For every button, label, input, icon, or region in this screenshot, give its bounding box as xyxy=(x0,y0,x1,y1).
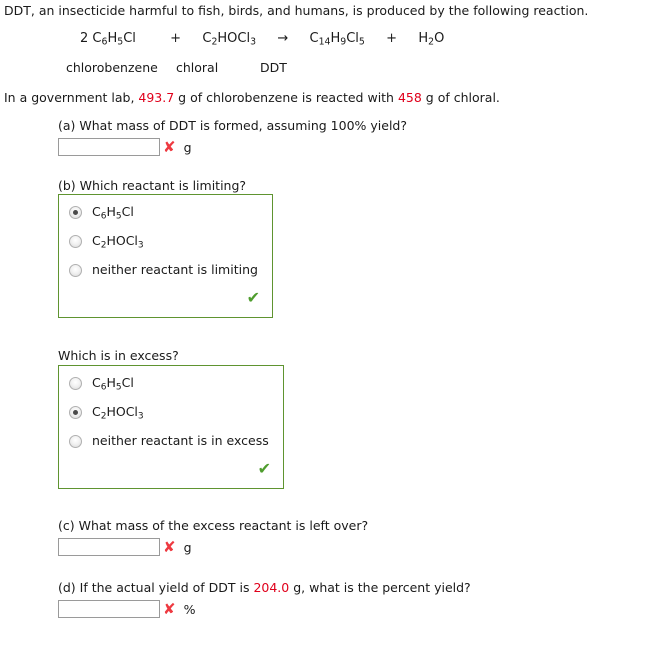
choice-option[interactable]: C2HOCl3 xyxy=(69,404,273,422)
given-mass-chlorobenzene: 493.7 xyxy=(138,90,175,105)
given-actual-yield: 204.0 xyxy=(253,580,290,595)
lab-statement-prefix: In a government lab, xyxy=(4,90,139,105)
equation-product-2: H2O xyxy=(418,31,445,48)
question-d-label: (d) If the actual yield of DDT is 204.0 … xyxy=(58,580,471,595)
question-d-suffix: g, what is the percent yield? xyxy=(289,580,471,595)
lab-statement-middle: g of chlorobenzene is reacted with xyxy=(174,90,398,105)
equation-plus-1: + xyxy=(170,31,182,46)
problem-intro: DDT, an insecticide harmful to fish, bir… xyxy=(4,3,589,18)
compound-names: chlorobenzene chloral DDT xyxy=(66,60,287,75)
question-b-label: (b) Which reactant is limiting? xyxy=(58,178,247,193)
incorrect-icon: ✘ xyxy=(163,537,176,556)
choice-option[interactable]: neither reactant is limiting xyxy=(69,262,262,277)
correct-icon: ✔ xyxy=(246,288,260,307)
answer-row-c: ✘ g xyxy=(58,536,192,558)
incorrect-icon: ✘ xyxy=(163,599,176,618)
choice-label: C2HOCl3 xyxy=(92,233,144,251)
choice-option[interactable]: C6H5Cl xyxy=(69,204,262,222)
equation-reactant-1: C6H5Cl xyxy=(92,31,136,48)
answer-input-d[interactable] xyxy=(58,600,160,618)
name-chloral: chloral xyxy=(175,60,219,75)
radio-button-icon[interactable] xyxy=(69,264,82,277)
choice-label: C2HOCl3 xyxy=(92,404,144,422)
choice-option[interactable]: neither reactant is in excess xyxy=(69,433,273,448)
radio-button-icon[interactable] xyxy=(69,377,82,390)
radio-button-icon[interactable] xyxy=(69,206,82,219)
unit-label-d: % xyxy=(183,601,196,617)
answer-input-c[interactable] xyxy=(58,538,160,556)
name-ddt: DDT xyxy=(259,60,287,75)
choice-group-limiting: C6H5Cl C2HOCl3 neither reactant is limit… xyxy=(58,194,273,318)
choice-label: C6H5Cl xyxy=(92,204,134,222)
question-c-label: (c) What mass of the excess reactant is … xyxy=(58,518,369,533)
given-mass-chloral: 458 xyxy=(397,90,422,105)
choice-label: neither reactant is in excess xyxy=(92,433,269,448)
choice-label: neither reactant is limiting xyxy=(92,262,258,277)
question-a-label: (a) What mass of DDT is formed, assuming… xyxy=(58,118,407,133)
choice-group-excess: C6H5Cl C2HOCl3 neither reactant is in ex… xyxy=(58,365,284,489)
equation-product-1: C14H9Cl5 xyxy=(309,31,365,48)
answer-input-a[interactable] xyxy=(58,138,160,156)
choice-label: C6H5Cl xyxy=(92,375,134,393)
radio-button-icon[interactable] xyxy=(69,406,82,419)
lab-statement: In a government lab, 493.7 g of chlorobe… xyxy=(4,90,500,105)
name-chlorobenzene: chlorobenzene xyxy=(66,60,158,75)
radio-button-icon[interactable] xyxy=(69,435,82,448)
question-d-prefix: (d) If the actual yield of DDT is xyxy=(58,580,254,595)
choice-option[interactable]: C2HOCl3 xyxy=(69,233,262,251)
chemical-equation: 2 C6H5Cl + C2HOCl3 → C14H9Cl5 + H2O xyxy=(80,31,445,48)
incorrect-icon: ✘ xyxy=(163,137,176,156)
radio-button-icon[interactable] xyxy=(69,235,82,248)
answer-row-a: ✘ g xyxy=(58,136,192,158)
lab-statement-suffix: g of chloral. xyxy=(421,90,500,105)
equation-reactant-2: C2HOCl3 xyxy=(202,31,257,48)
equation-plus-2: + xyxy=(386,31,398,46)
choice-option[interactable]: C6H5Cl xyxy=(69,375,273,393)
unit-label-c: g xyxy=(183,539,192,555)
question-excess-label: Which is in excess? xyxy=(58,348,179,363)
unit-label-a: g xyxy=(183,139,192,155)
answer-row-d: ✘ % xyxy=(58,598,195,620)
equation-coefficient: 2 xyxy=(80,31,89,46)
correct-icon: ✔ xyxy=(257,459,271,478)
equation-arrow-icon: → xyxy=(277,31,289,46)
